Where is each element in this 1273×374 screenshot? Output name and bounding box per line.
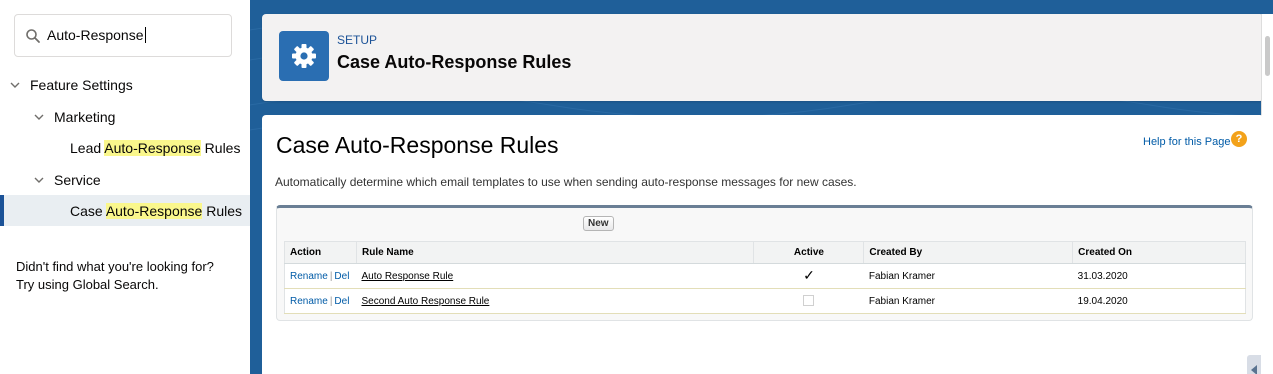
tree-item-lead-auto-response-rules[interactable]: Lead Auto-Response Rules	[0, 132, 250, 163]
hint-line: Didn't find what you're looking for?	[16, 259, 214, 274]
scrollbar-thumb[interactable]	[1265, 36, 1270, 76]
header-title: Case Auto-Response Rules	[337, 52, 572, 72]
column-header-created-on[interactable]: Created On	[1072, 241, 1246, 264]
created-on-cell: 19.04.2020	[1072, 288, 1246, 314]
gear-icon	[279, 31, 329, 81]
tree-item-label: Feature Settings	[30, 76, 133, 93]
tree-item-label: Case Auto-Response Rules	[70, 202, 243, 219]
active-checkmark-icon: ✓	[803, 266, 815, 283]
rules-table: Action Rule Name Active Created By Creat…	[284, 241, 1246, 314]
header-eyebrow: SETUP	[337, 33, 378, 47]
inactive-checkbox-icon	[803, 295, 815, 307]
table-row: Rename | Del Second Auto Response Rule Fab…	[284, 288, 1246, 314]
tree-item-label: Service	[54, 171, 101, 188]
quick-find-value: Auto-Response	[47, 27, 144, 43]
tree-item-label: Lead Auto-Response Rules	[70, 139, 241, 156]
new-button[interactable]: New	[583, 216, 614, 231]
search-match-highlight: Auto-Response	[105, 202, 203, 219]
text-caret	[144, 27, 146, 43]
action-cell: Rename | Del	[284, 263, 357, 289]
created-by-cell: Fabian Kramer	[863, 263, 1073, 289]
rules-list: New Action Rule Name Active Created By C…	[276, 205, 1253, 321]
help-icon[interactable]: ?	[1231, 131, 1247, 147]
delete-link[interactable]: Del	[334, 271, 349, 282]
table-row: Rename | Del Auto Response Rule ✓ Fabian K…	[284, 263, 1246, 289]
rename-link[interactable]: Rename	[290, 271, 328, 282]
page-title: Case Auto-Response Rules	[276, 132, 559, 158]
quick-find-input[interactable]: Auto-Response	[14, 14, 232, 57]
table-header-row: Action Rule Name Active Created By Creat…	[284, 241, 1246, 264]
setup-main-area: SETUP Case Auto-Response Rules Case Auto…	[250, 0, 1273, 374]
rename-link[interactable]: Rename	[290, 296, 328, 307]
chevron-down-icon[interactable]	[10, 80, 20, 90]
search-icon	[26, 29, 40, 43]
help-link[interactable]: Help for this Page	[1143, 136, 1230, 148]
delete-link[interactable]: Del	[334, 296, 349, 307]
tree-item-feature-settings[interactable]: Feature Settings	[0, 69, 250, 100]
action-cell: Rename | Del	[284, 288, 357, 314]
chevron-down-icon[interactable]	[34, 175, 44, 185]
action-separator: |	[329, 295, 333, 307]
setup-header: SETUP Case Auto-Response Rules	[262, 14, 1264, 101]
rule-name-link[interactable]: Second Auto Response Rule	[361, 296, 489, 307]
column-header-action: Action	[284, 241, 357, 264]
action-separator: |	[329, 270, 333, 282]
column-header-rule-name[interactable]: Rule Name	[356, 241, 755, 264]
rule-name-link[interactable]: Auto Response Rule	[361, 271, 453, 282]
hint-line: Try using Global Search.	[16, 277, 159, 292]
tree-item-label: Marketing	[54, 108, 116, 125]
tree-item-service[interactable]: Service	[0, 164, 250, 195]
search-match-highlight: Auto-Response	[104, 139, 201, 156]
setup-sidebar: Auto-Response Feature Settings Marketing…	[0, 0, 250, 374]
global-search-hint: Didn't find what you're looking for? Try…	[16, 258, 241, 294]
content-panel: Case Auto-Response Rules Help for this P…	[262, 115, 1264, 374]
chevron-down-icon[interactable]	[34, 112, 44, 122]
tree-item-marketing[interactable]: Marketing	[0, 101, 250, 132]
tree-item-case-auto-response-rules[interactable]: Case Auto-Response Rules	[0, 195, 250, 226]
column-header-created-by[interactable]: Created By	[863, 241, 1074, 264]
column-header-active[interactable]: Active	[753, 241, 865, 264]
created-on-cell: 31.03.2020	[1072, 263, 1246, 289]
page-description: Automatically determine which email temp…	[275, 175, 857, 189]
created-by-cell: Fabian Kramer	[863, 288, 1073, 314]
collapse-tab-icon[interactable]	[1247, 355, 1261, 374]
